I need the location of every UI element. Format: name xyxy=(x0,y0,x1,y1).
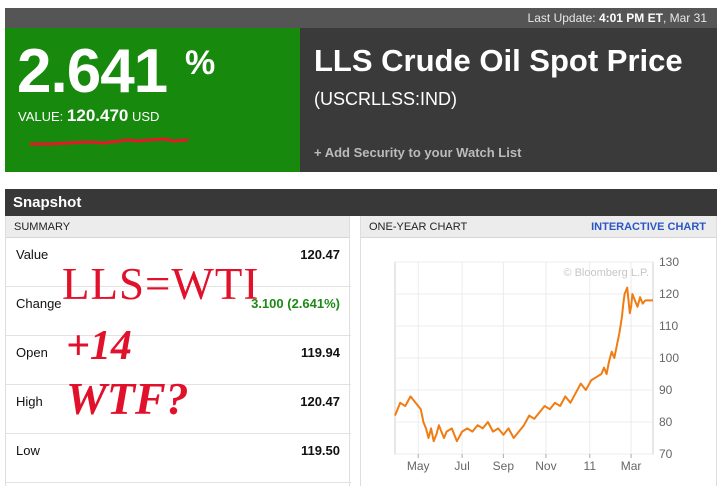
y-tick-label: 120 xyxy=(659,287,679,301)
summary-row-change: Change 3.100 (2.641%) xyxy=(6,287,351,336)
row-value: 120.47 xyxy=(300,247,340,262)
value-line: VALUE: 120.470 USD xyxy=(18,107,159,126)
summary-row-high: High 120.47 xyxy=(6,385,351,434)
chart-header: ONE-YEAR CHART INTERACTIVE CHART xyxy=(361,216,716,238)
row-label: Low xyxy=(16,443,40,458)
chart-watermark: © Bloomberg L.P. xyxy=(563,267,649,279)
summary-panel: SUMMARY Value 120.47 Change 3.100 (2.641… xyxy=(5,216,351,486)
security-title-panel: LLS Crude Oil Spot Price (USCRLLSS:IND) … xyxy=(300,28,717,172)
security-ticker: (USCRLLSS:IND) xyxy=(314,89,458,109)
value-number: 120.470 xyxy=(66,106,129,125)
row-value: 119.50 xyxy=(300,443,340,458)
row-value: 120.47 xyxy=(300,394,340,409)
x-tick-label: Nov xyxy=(535,459,556,473)
value-currency: USD xyxy=(131,109,160,124)
row-label: Value xyxy=(16,247,49,262)
y-tick-label: 110 xyxy=(659,319,678,333)
sparkline-path xyxy=(29,137,189,146)
row-label: High xyxy=(16,394,43,409)
change-percent-value: 2.641 xyxy=(17,37,168,106)
y-tick-label: 130 xyxy=(659,255,679,269)
change-percent-panel: 2.641 % VALUE: 120.470 USD xyxy=(5,28,300,172)
row-value: 119.94 xyxy=(300,345,340,360)
x-tick-label: Jul xyxy=(454,459,469,473)
x-tick-label: Sep xyxy=(493,459,515,473)
summary-header: SUMMARY xyxy=(6,216,349,238)
y-tick-label: 90 xyxy=(659,383,673,397)
security-name: LLS Crude Oil Spot Price xyxy=(314,43,683,78)
snapshot-header: Snapshot xyxy=(5,189,717,216)
y-tick-label: 70 xyxy=(659,447,673,461)
price-line-chart: 70 80 90 100 110 120 130 May Jul Sep Nov 11 Mar © Blo… xyxy=(394,255,679,473)
x-tick-label: 11 xyxy=(584,459,597,473)
add-to-watchlist-link[interactable]: + Add Security to your Watch List xyxy=(314,145,521,160)
x-tick-label: Mar xyxy=(621,459,642,473)
summary-row-open: Open 119.94 xyxy=(6,336,351,385)
one-year-chart-panel: ONE-YEAR CHART INTERACTIVE CHART 70 80 90 1… xyxy=(360,216,717,486)
row-value: 3.100 (2.641%) xyxy=(251,296,340,311)
y-tick-label: 80 xyxy=(659,415,673,429)
chart-header-label: ONE-YEAR CHART xyxy=(369,221,468,233)
last-update-time: 4:01 PM ET xyxy=(598,11,663,25)
last-update-label: Last Update: xyxy=(527,11,596,25)
summary-row-value: Value 120.47 xyxy=(6,238,351,287)
value-label: VALUE: xyxy=(18,109,64,124)
row-label: Change xyxy=(16,296,62,311)
x-tick-label: May xyxy=(407,459,430,473)
last-update-date: Mar 31 xyxy=(669,11,707,25)
row-label: Open xyxy=(16,345,48,360)
y-tick-label: 100 xyxy=(659,351,679,365)
percent-sign: % xyxy=(185,44,216,82)
last-update-bar: Last Update: 4:01 PM ET, Mar 31 xyxy=(5,8,717,28)
security-title: LLS Crude Oil Spot Price (USCRLLSS:IND) xyxy=(314,44,714,116)
summary-row-low: Low 119.50 xyxy=(6,434,351,483)
sparkline xyxy=(29,137,189,146)
interactive-chart-link[interactable]: INTERACTIVE CHART xyxy=(591,216,706,238)
